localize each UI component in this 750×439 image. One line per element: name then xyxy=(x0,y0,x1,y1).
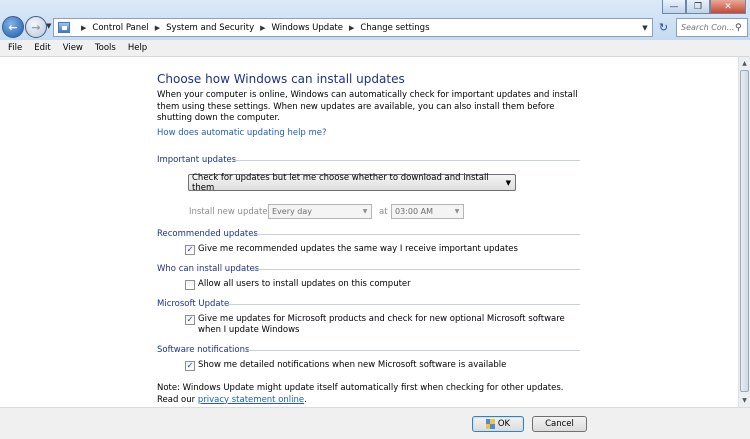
install-frequency-select[interactable]: Every day ▼ xyxy=(268,204,372,219)
section-divider xyxy=(228,304,580,305)
section-title-who-can-install: Who can install updates xyxy=(157,264,260,274)
software-notifications-option[interactable]: ✓ Show me detailed notifications when ne… xyxy=(185,360,506,371)
software-notifications-checkbox[interactable]: ✓ xyxy=(185,361,195,371)
privacy-note: Note: Windows Update might update itself… xyxy=(157,383,577,406)
breadcrumb-separator-icon[interactable]: ▶ xyxy=(349,24,354,32)
search-box[interactable]: ⚲ xyxy=(676,18,748,37)
scroll-up-icon[interactable]: ▲ xyxy=(739,57,750,69)
window-controls: — ❐ ✕ xyxy=(662,0,746,16)
cancel-button-label: Cancel xyxy=(545,419,574,429)
close-button[interactable]: ✕ xyxy=(710,0,746,14)
menu-file[interactable]: File xyxy=(2,43,28,53)
address-dropdown-icon[interactable]: ▼ xyxy=(638,19,652,36)
microsoft-update-option[interactable]: ✓ Give me updates for Microsoft products… xyxy=(185,314,580,336)
install-time-select[interactable]: 03:00 AM ▼ xyxy=(391,204,464,219)
allow-all-users-option[interactable]: Allow all users to install updates on th… xyxy=(185,279,411,290)
vertical-scrollbar[interactable]: ▲ ▼ xyxy=(738,57,750,407)
allow-all-users-checkbox[interactable] xyxy=(185,280,195,290)
menu-bar: File Edit View Tools Help xyxy=(0,40,750,57)
cancel-button[interactable]: Cancel xyxy=(532,416,587,432)
ok-button[interactable]: OK xyxy=(472,416,524,432)
maximize-button[interactable]: ❐ xyxy=(686,0,710,14)
search-input[interactable] xyxy=(681,23,735,32)
breadcrumb-system-security[interactable]: System and Security xyxy=(166,23,254,33)
title-address-bar: — ❐ ✕ ← → ▼ ▶ Control Panel ▶ System and… xyxy=(0,0,750,40)
section-title-software-notifications: Software notifications xyxy=(157,345,250,355)
menu-view[interactable]: View xyxy=(57,43,89,53)
refresh-button[interactable]: ↻ xyxy=(655,18,672,37)
at-label: at xyxy=(379,207,388,217)
breadcrumb-control-panel[interactable]: Control Panel xyxy=(92,23,148,33)
scrollbar-thumb[interactable] xyxy=(740,70,749,392)
search-icon[interactable]: ⚲ xyxy=(735,23,742,33)
breadcrumb-separator-icon[interactable]: ▶ xyxy=(260,24,265,32)
microsoft-update-label[interactable]: Give me updates for Microsoft products a… xyxy=(198,314,580,336)
install-new-updates-label: Install new updates: xyxy=(189,207,275,217)
chevron-down-icon: ▼ xyxy=(505,178,511,187)
menu-tools[interactable]: Tools xyxy=(89,43,122,53)
breadcrumb-separator-icon[interactable]: ▶ xyxy=(81,24,86,32)
recommended-updates-option[interactable]: ✓ Give me recommended updates the same w… xyxy=(185,244,518,255)
refresh-icon: ↻ xyxy=(658,21,669,34)
section-title-important: Important updates xyxy=(157,155,237,165)
breadcrumb-change-settings[interactable]: Change settings xyxy=(360,23,429,33)
chevron-down-icon: ▼ xyxy=(454,208,460,215)
breadcrumb-separator-icon[interactable]: ▶ xyxy=(155,24,160,32)
install-time-value: 03:00 AM xyxy=(395,207,433,216)
section-divider xyxy=(246,350,580,351)
software-notifications-label[interactable]: Show me detailed notifications when new … xyxy=(198,360,506,371)
menu-edit[interactable]: Edit xyxy=(28,43,56,53)
dialog-button-bar: OK Cancel xyxy=(0,407,750,439)
section-divider xyxy=(253,234,580,235)
back-button[interactable]: ← xyxy=(2,16,24,38)
microsoft-update-checkbox[interactable]: ✓ xyxy=(185,315,195,325)
arrow-right-icon: → xyxy=(31,20,41,34)
privacy-statement-link[interactable]: privacy statement online xyxy=(198,395,304,405)
breadcrumb-windows-update[interactable]: Windows Update xyxy=(272,23,343,33)
minimize-icon: — xyxy=(669,1,679,12)
section-divider xyxy=(253,269,580,270)
intro-text: When your computer is online, Windows ca… xyxy=(157,90,578,123)
install-frequency-value: Every day xyxy=(272,207,312,216)
ok-button-label: OK xyxy=(497,419,511,429)
minimize-button[interactable]: — xyxy=(662,0,686,14)
control-panel-icon xyxy=(58,22,70,33)
recommended-updates-label[interactable]: Give me recommended updates the same way… xyxy=(198,244,518,255)
menu-help[interactable]: Help xyxy=(122,43,153,53)
privacy-note-suffix: . xyxy=(304,394,307,405)
recent-pages-dropdown[interactable]: ▼ xyxy=(46,22,51,30)
settings-content: Choose how Windows can install updates W… xyxy=(0,57,738,407)
scroll-down-icon[interactable]: ▼ xyxy=(739,394,750,406)
address-bar[interactable]: ▶ Control Panel ▶ System and Security ▶ … xyxy=(53,18,653,37)
section-title-microsoft-update: Microsoft Update xyxy=(157,299,230,309)
recommended-updates-checkbox[interactable]: ✓ xyxy=(185,245,195,255)
help-link[interactable]: How does automatic updating help me? xyxy=(157,128,327,138)
allow-all-users-label[interactable]: Allow all users to install updates on th… xyxy=(198,279,411,290)
close-icon: ✕ xyxy=(724,1,732,12)
restore-icon: ❐ xyxy=(693,1,703,12)
chevron-down-icon: ▼ xyxy=(46,22,52,30)
section-title-recommended: Recommended updates xyxy=(157,229,258,239)
section-divider xyxy=(233,160,580,161)
forward-button[interactable]: → xyxy=(25,16,47,38)
page-title: Choose how Windows can install updates xyxy=(157,72,405,86)
arrow-left-icon: ← xyxy=(8,20,18,34)
important-updates-select[interactable]: Check for updates but let me choose whet… xyxy=(188,172,516,193)
chevron-down-icon: ▼ xyxy=(362,208,368,215)
uac-shield-icon xyxy=(485,419,495,429)
important-updates-value: Check for updates but let me choose whet… xyxy=(192,172,489,193)
